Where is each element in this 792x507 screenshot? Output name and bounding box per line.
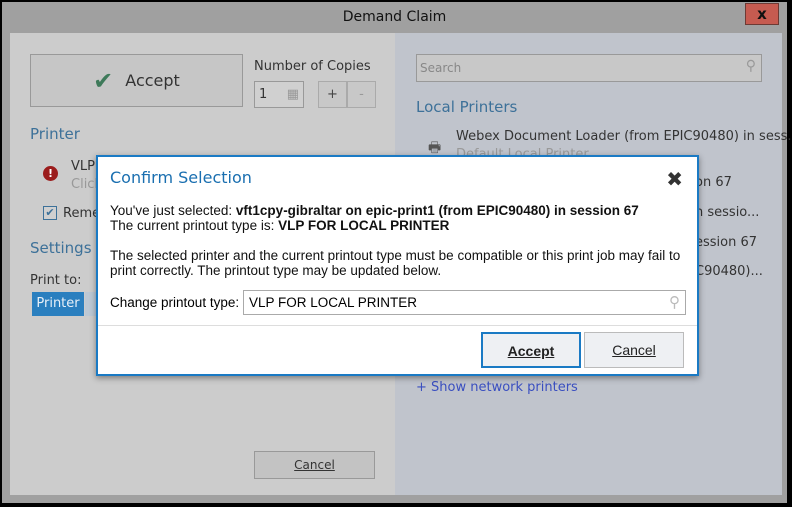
printer-search-input[interactable]: Search ⚲ bbox=[416, 54, 762, 82]
printer-item-name[interactable]: n sessio... bbox=[695, 205, 759, 220]
accept-button[interactable]: ✔ Accept bbox=[30, 54, 243, 107]
dialog-close-icon[interactable]: ✖ bbox=[666, 167, 683, 191]
dialog-footer-divider bbox=[98, 325, 697, 326]
print-to-printer-option[interactable]: Printer bbox=[32, 292, 84, 316]
window-title: Demand Claim bbox=[342, 9, 447, 25]
printout-type-value: VLP FOR LOCAL PRINTER bbox=[249, 295, 418, 310]
window-close-button[interactable]: x bbox=[745, 3, 779, 25]
dialog-accept-button[interactable]: Accept bbox=[481, 332, 581, 368]
increment-button[interactable]: + bbox=[318, 81, 347, 108]
current-printout-type: VLP FOR LOCAL PRINTER bbox=[278, 218, 450, 233]
printout-type-prefix: The current printout type is: bbox=[110, 218, 279, 233]
error-icon: ! bbox=[43, 166, 58, 181]
copies-label: Number of Copies bbox=[254, 59, 371, 74]
compatibility-warning: The selected printer and the current pri… bbox=[110, 248, 681, 278]
copies-value: 1 bbox=[259, 87, 268, 102]
selected-prefix: You've just selected: bbox=[110, 203, 236, 218]
printout-type-input[interactable]: VLP FOR LOCAL PRINTER ⚲ bbox=[243, 290, 686, 315]
accept-label: Accept bbox=[507, 343, 555, 359]
printer-item-name[interactable]: ession 67 bbox=[695, 235, 757, 250]
settings-heading: Settings bbox=[30, 239, 92, 257]
checkmark-icon: ✔ bbox=[93, 66, 114, 95]
calculator-icon[interactable]: ▦ bbox=[287, 87, 299, 102]
search-placeholder: Search bbox=[420, 61, 462, 75]
cancel-button[interactable]: Cancel bbox=[254, 451, 375, 479]
change-printout-label: Change printout type: bbox=[110, 295, 240, 310]
dialog-cancel-button[interactable]: Cancel bbox=[584, 332, 684, 368]
printer-item-name[interactable]: on 67 bbox=[695, 175, 732, 190]
remember-label: Reme bbox=[63, 206, 101, 221]
selected-printer: vft1cpy-gibraltar on epic-print1 (from E… bbox=[235, 203, 639, 218]
print-to-label: Print to: bbox=[30, 273, 82, 288]
printer-heading: Printer bbox=[30, 125, 80, 143]
cancel-label: Cancel bbox=[612, 342, 656, 358]
remember-checkbox[interactable]: ✔ bbox=[43, 206, 57, 220]
copies-input[interactable]: 1 ▦ bbox=[254, 81, 304, 108]
confirm-selection-dialog: Confirm Selection ✖ You've just selected… bbox=[96, 155, 699, 376]
cancel-label: Cancel bbox=[294, 458, 335, 472]
dialog-title: Confirm Selection bbox=[110, 168, 252, 187]
printer-item-name[interactable]: Webex Document Loader (from EPIC90480) i… bbox=[456, 129, 792, 144]
show-network-printers-link[interactable]: + Show network printers bbox=[416, 380, 578, 395]
local-printers-heading: Local Printers bbox=[416, 98, 518, 116]
printer-item-name[interactable]: C90480)... bbox=[695, 264, 763, 279]
search-icon[interactable]: ⚲ bbox=[669, 293, 680, 311]
selected-printer-name[interactable]: VLP bbox=[71, 159, 95, 174]
accept-label: Accept bbox=[125, 71, 180, 90]
decrement-button[interactable]: - bbox=[347, 81, 376, 108]
search-icon: ⚲ bbox=[745, 58, 756, 74]
